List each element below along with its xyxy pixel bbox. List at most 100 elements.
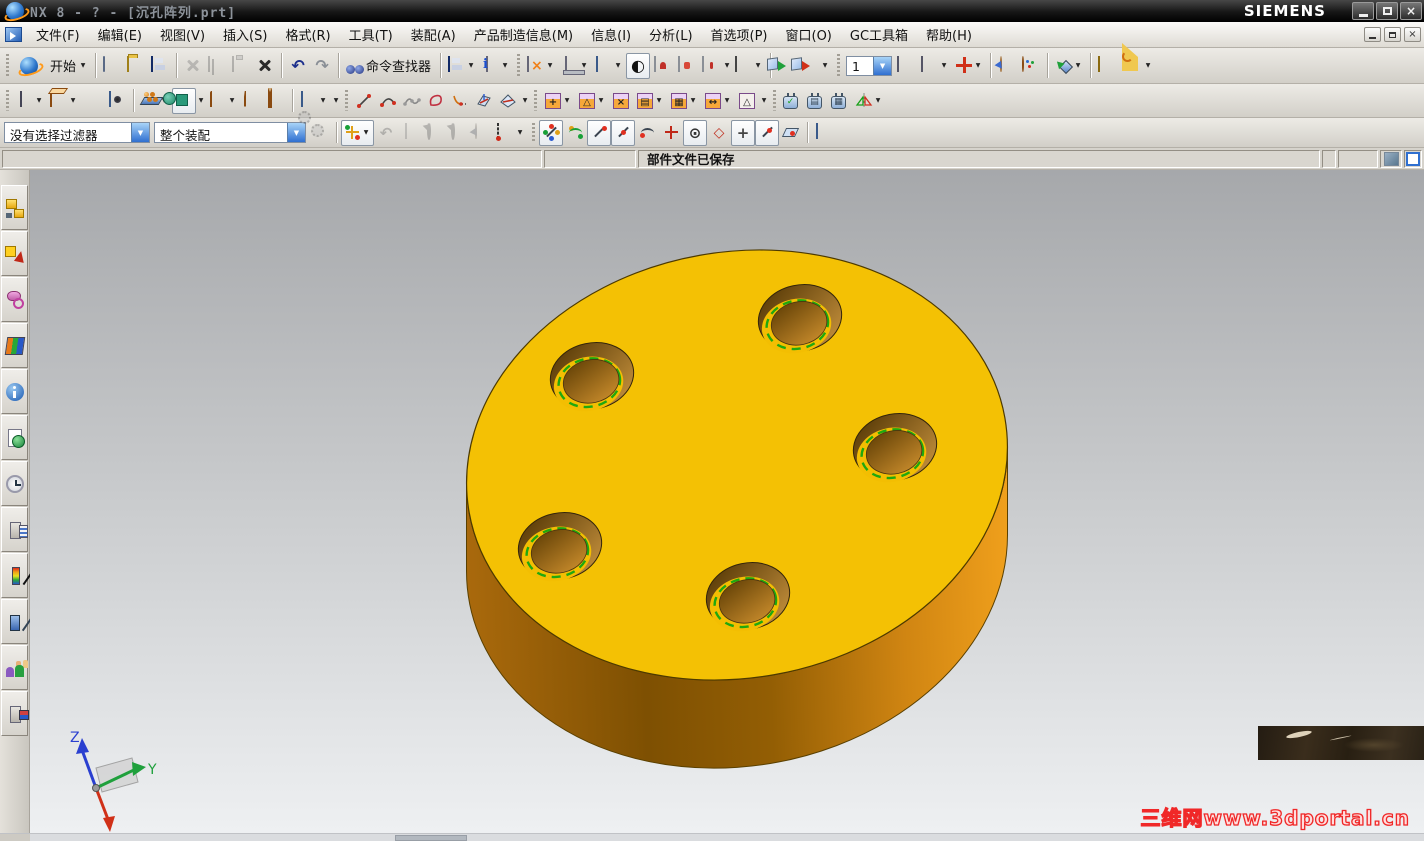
object-display-button[interactable] [1019,53,1043,79]
selection-filter-select[interactable]: 没有选择过滤器 ▼ [4,122,150,143]
chevron-down-icon[interactable]: ▼ [196,97,206,104]
mdi-minimize-button[interactable] [1364,27,1381,42]
arc-button[interactable] [376,88,400,114]
undo-button[interactable]: ↶ [286,53,310,79]
linear-dimension-button[interactable]: ↔ ▼ [701,88,735,114]
shell-face-button[interactable]: △ [735,88,759,114]
toolbar-grip[interactable] [5,88,10,113]
edit-display-cube-button[interactable] [698,53,722,79]
toolbar-overflow-icon[interactable]: ▼ [1143,62,1153,69]
menu-gc-toolbox[interactable]: GC工具箱 [841,22,917,47]
existing-point-snap-button[interactable]: + [731,119,755,146]
show-hide-button[interactable] [995,53,1019,79]
chevron-down-icon[interactable]: ▼ [613,62,623,69]
menu-file[interactable]: 文件(F) [27,22,89,47]
chevron-down-icon[interactable]: ▼ [131,123,149,142]
shell-button[interactable] [264,87,288,114]
toolbar-overflow-icon[interactable]: ▼ [520,97,530,104]
quadrant-snap-button[interactable]: ◇ [707,120,731,146]
marquee-select-button[interactable]: ▼ [494,120,528,146]
close-button[interactable]: × [1400,2,1422,20]
cone-button[interactable] [81,88,105,114]
open-button[interactable] [124,53,148,79]
chamfer-button[interactable] [240,88,264,114]
intersection-snap-button[interactable] [659,120,683,146]
chevron-down-icon[interactable]: ▼ [562,97,572,104]
chevron-down-icon[interactable]: ▼ [68,97,78,104]
chevron-down-icon[interactable]: ▼ [654,97,664,104]
menu-information[interactable]: 信息(I) [582,22,640,47]
menu-analysis[interactable]: 分析(L) [640,22,701,47]
zoom-view-button[interactable]: ▼ [558,53,592,79]
horizontal-scrollbar[interactable] [0,833,1424,841]
chevron-down-icon[interactable]: ▼ [34,97,44,104]
edge-blend-button[interactable]: ▼ [206,88,240,114]
chevron-down-icon[interactable]: ▼ [873,56,892,75]
chevron-down-icon[interactable]: ▼ [1073,62,1083,69]
chevron-down-icon[interactable]: ▼ [318,97,328,104]
pattern-face-button[interactable]: ▦ ▼ [667,88,701,114]
move-face-button[interactable]: + ▼ [541,88,575,114]
menu-window[interactable]: 窗口(O) [777,22,841,47]
mirror-feature-button[interactable]: ▼ [852,88,886,114]
point-on-face-snap-button[interactable] [779,120,803,146]
menu-format[interactable]: 格式(R) [276,22,339,47]
snap-settings-button[interactable] [563,120,587,146]
chevron-down-icon[interactable]: ▼ [596,97,606,104]
line-button[interactable] [352,88,376,114]
chevron-down-icon[interactable]: ▼ [287,123,305,142]
profile-button[interactable] [424,88,448,114]
unite-button[interactable] [172,87,196,114]
toolbar-grip[interactable] [531,122,536,143]
toolbar-grip[interactable] [516,53,522,78]
toolbar-overflow-icon[interactable]: ▼ [759,97,769,104]
chevron-down-icon[interactable]: ▼ [973,62,983,69]
sketch-button[interactable]: ▼ [13,88,47,114]
toolbar-grip[interactable] [836,53,842,78]
save-options-button[interactable]: ▼ [445,53,479,79]
roles-tab[interactable] [1,645,28,690]
reuse-library-tab[interactable] [1,323,28,368]
restore-button[interactable] [1376,2,1398,20]
window-display-icon[interactable] [1406,151,1420,166]
menu-view[interactable]: 视图(V) [151,22,214,47]
hole-button[interactable] [105,88,129,114]
scrollbar-thumb[interactable] [395,835,467,841]
shaded-view-button[interactable]: ▼ [592,53,626,79]
assembly-navigator-tab[interactable] [1,185,28,230]
rendering-style-toggle[interactable]: ◐ [626,52,651,79]
chevron-down-icon[interactable]: ▼ [722,97,732,104]
menu-assemblies[interactable]: 装配(A) [402,22,465,47]
point-on-curve-snap-button[interactable] [755,119,779,146]
chevron-down-icon[interactable]: ▼ [545,62,555,69]
chevron-down-icon[interactable]: ▼ [939,62,949,69]
process-studio-tab[interactable] [1,507,28,552]
chevron-down-icon[interactable]: ▼ [500,62,510,69]
materials-tab[interactable] [1,553,28,598]
spreadsheet-button[interactable]: ▦ [828,88,852,114]
chevron-down-icon[interactable]: ▼ [688,97,698,104]
grid-display-icon[interactable] [1383,151,1399,166]
offset-region-button[interactable]: △ ▼ [575,88,609,114]
toolbar-grip[interactable] [772,88,777,113]
menu-help[interactable]: 帮助(H) [917,22,981,47]
measure-angle-button[interactable] [1119,42,1143,79]
model-canvas[interactable]: Z Y X [30,170,1424,833]
history-tab[interactable] [1,461,28,506]
hidden-edges-button[interactable] [650,53,674,79]
endpoint-snap-button[interactable] [587,119,611,146]
delete-button[interactable] [253,53,277,79]
layer-settings-button[interactable] [894,53,918,79]
nx-menu-button[interactable] [13,53,45,79]
command-finder-button[interactable]: 命令查找器 [343,53,436,79]
wireframe-button[interactable] [674,53,698,79]
constraint-navigator-tab[interactable] [1,231,28,276]
chevron-down-icon[interactable]: ▼ [515,129,525,136]
selection-scope-select[interactable]: 整个装配 ▼ [154,122,306,143]
measure-distance-button[interactable] [1095,53,1119,79]
menu-pmi[interactable]: 产品制造信息(M) [465,22,582,47]
menu-tools[interactable]: 工具(T) [340,22,402,47]
spline-button[interactable] [400,88,424,114]
start-button[interactable]: 开始 ▼ [45,53,91,79]
chevron-down-icon[interactable]: ▼ [873,97,883,104]
